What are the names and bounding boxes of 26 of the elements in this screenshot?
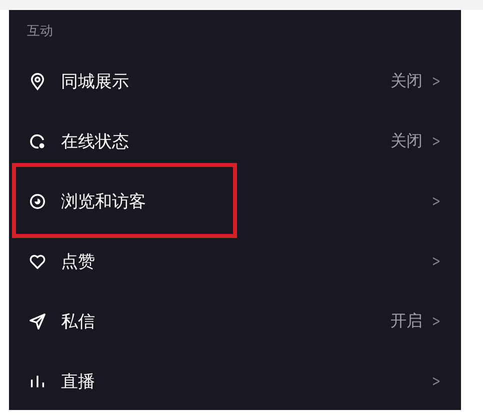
paper-plane-icon xyxy=(28,312,47,330)
setting-label: 直播 xyxy=(61,370,96,392)
setting-value: 关闭 xyxy=(390,130,422,152)
setting-label: 浏览和访客 xyxy=(61,190,147,212)
status-icon xyxy=(28,132,47,150)
section-title: 互动 xyxy=(27,22,53,40)
settings-row[interactable]: 直播 > xyxy=(9,351,461,411)
setting-label: 点赞 xyxy=(61,250,96,272)
settings-row[interactable]: 浏览和访客 > xyxy=(9,171,461,231)
settings-row[interactable]: 在线状态 关闭 > xyxy=(9,111,461,171)
chevron-icon: > xyxy=(432,72,442,90)
eye-icon xyxy=(28,192,47,210)
settings-row[interactable]: 点赞 > xyxy=(9,231,461,291)
chevron-icon: > xyxy=(432,312,442,330)
chevron-icon: > xyxy=(432,192,442,210)
settings-row[interactable]: 私信 开启 > xyxy=(9,291,461,351)
setting-value: 关闭 xyxy=(390,70,422,92)
chevron-icon: > xyxy=(432,372,442,390)
setting-label: 同城展示 xyxy=(61,70,130,92)
setting-value: 开启 xyxy=(390,310,422,332)
settings-row[interactable]: 同城展示 关闭 > xyxy=(9,51,461,111)
chevron-icon: > xyxy=(432,132,442,150)
location-pin-icon xyxy=(28,72,47,90)
chevron-icon: > xyxy=(432,252,442,270)
setting-label: 在线状态 xyxy=(61,130,130,152)
setting-label: 私信 xyxy=(61,310,96,332)
